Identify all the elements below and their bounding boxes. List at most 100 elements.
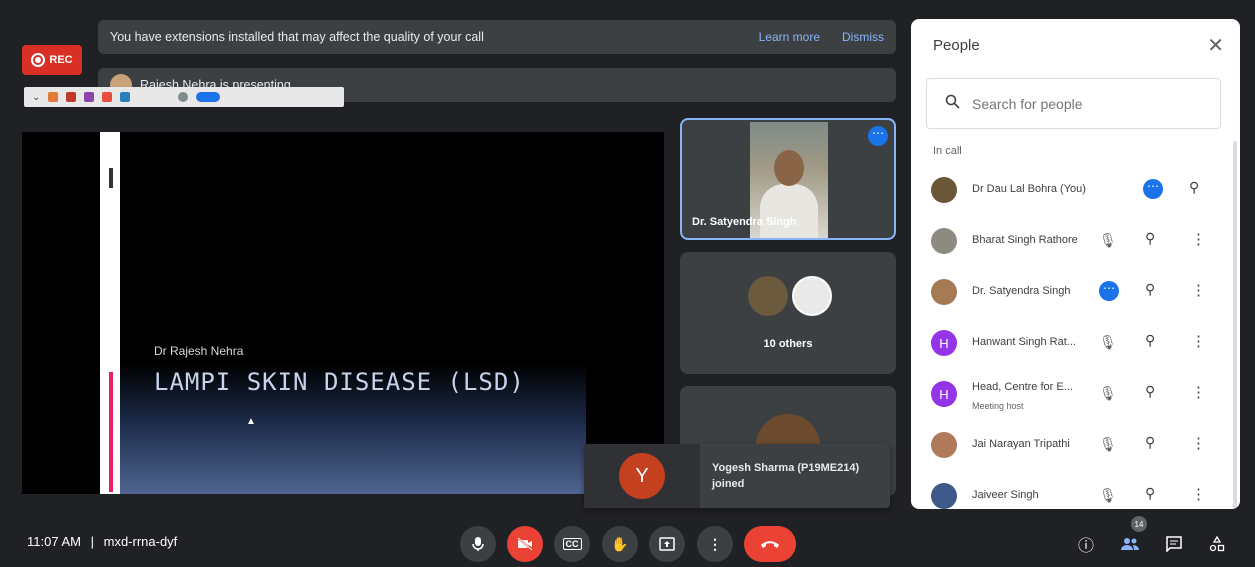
- save-icon[interactable]: [120, 92, 131, 102]
- pen-icon[interactable]: [102, 92, 113, 102]
- microphone-icon: [472, 537, 484, 551]
- more-vert-icon: ⋮: [708, 535, 722, 552]
- delete-icon[interactable]: [66, 92, 77, 102]
- avatar: Y: [619, 453, 665, 499]
- mic-button[interactable]: [460, 526, 496, 562]
- more-vert-icon[interactable]: ⋮: [1191, 281, 1206, 299]
- participant-name: Dr. Satyendra Singh: [972, 285, 1071, 297]
- pin-icon[interactable]: ⚲: [1145, 332, 1155, 349]
- more-options-icon[interactable]: ⋯: [868, 126, 888, 146]
- more-vert-icon[interactable]: ⋮: [1191, 383, 1206, 401]
- list-item[interactable]: Jaiveer Singh 🎙 ⚲ ⋮: [911, 471, 1240, 509]
- present-screen-icon: [659, 537, 675, 551]
- slide-author: Dr Rajesh Nehra: [154, 344, 244, 358]
- mic-off-icon[interactable]: 🎙: [1099, 385, 1117, 402]
- participant-name: Jaiveer Singh: [972, 489, 1039, 501]
- pin-icon[interactable]: ⚲: [1189, 179, 1199, 196]
- extension-toolbar: ⌄: [24, 87, 344, 107]
- control-bar: 11:07 AM | mxd-rrna-dyf CC ✋ ⋮ ⓘ: [0, 516, 1255, 567]
- panel-title: People: [933, 37, 980, 54]
- people-icon[interactable]: [1116, 530, 1144, 558]
- more-vert-icon[interactable]: ⋮: [1191, 485, 1206, 503]
- mouse-cursor-icon: ▲: [246, 416, 256, 427]
- joined-text: joined: [712, 478, 745, 490]
- mic-off-icon[interactable]: 🎙: [1099, 232, 1117, 249]
- activities-icon[interactable]: [1203, 530, 1231, 558]
- avatar: [931, 483, 957, 509]
- edit-icon[interactable]: [48, 92, 59, 102]
- participant-name: Hanwant Singh Rat...: [972, 336, 1076, 348]
- participant-role: Meeting host: [972, 401, 1024, 411]
- others-count: 10 others: [763, 338, 813, 350]
- meeting-details-icon[interactable]: ⓘ: [1072, 530, 1100, 558]
- settings-icon[interactable]: [178, 92, 189, 102]
- extension-warning-banner: You have extensions installed that may a…: [98, 20, 896, 54]
- chevron-down-icon[interactable]: ⌄: [32, 92, 40, 103]
- pin-icon[interactable]: ⚲: [1145, 230, 1155, 247]
- others-tile[interactable]: 10 others: [680, 252, 896, 374]
- joined-user-name: Yogesh Sharma (P19ME214): [712, 462, 860, 474]
- slide-title: LAMPI SKIN DISEASE (LSD): [154, 368, 525, 396]
- scrollbar[interactable]: [1233, 141, 1237, 509]
- search-input[interactable]: [972, 95, 1192, 112]
- pin-icon[interactable]: ⚲: [1145, 485, 1155, 502]
- pin-icon[interactable]: ⚲: [1145, 383, 1155, 400]
- search-box[interactable]: [926, 78, 1221, 129]
- extension-toggle[interactable]: [196, 92, 221, 102]
- chat-icon[interactable]: [1160, 530, 1188, 558]
- list-item[interactable]: Bharat Singh Rathore 🎙 ⚲ ⋮: [911, 216, 1240, 267]
- clock-time: 11:07 AM: [27, 534, 81, 549]
- meet-window: You have extensions installed that may a…: [0, 0, 1255, 567]
- mic-off-icon[interactable]: 🎙: [1099, 436, 1117, 453]
- pin-icon[interactable]: ⚲: [1145, 281, 1155, 298]
- learn-more-link[interactable]: Learn more: [759, 30, 820, 44]
- camera-button[interactable]: [507, 526, 543, 562]
- dismiss-button[interactable]: Dismiss: [842, 30, 884, 44]
- recording-label: REC: [49, 54, 73, 66]
- avatar: H: [931, 381, 957, 407]
- avatar: [792, 276, 832, 316]
- participant-name: Bharat Singh Rathore: [972, 234, 1078, 246]
- speaking-indicator-icon: ⋯: [1099, 281, 1119, 301]
- people-panel: People ✕ In call Dr Dau Lal Bohra (You) …: [911, 19, 1240, 509]
- recording-badge: REC: [22, 45, 82, 75]
- close-icon[interactable]: ✕: [1207, 33, 1224, 58]
- list-item[interactable]: H Head, Centre for E... Meeting host 🎙 ⚲…: [911, 369, 1240, 420]
- present-button[interactable]: [649, 526, 685, 562]
- search-icon: [945, 94, 960, 114]
- mic-off-icon[interactable]: 🎙: [1099, 334, 1117, 351]
- section-label: In call: [933, 145, 962, 157]
- leave-call-button[interactable]: [744, 526, 796, 562]
- slide-side-strip: [100, 132, 120, 494]
- avatar: [931, 432, 957, 458]
- meeting-info: 11:07 AM | mxd-rrna-dyf: [27, 534, 177, 549]
- list-item[interactable]: Jai Narayan Tripathi 🎙 ⚲ ⋮: [911, 420, 1240, 471]
- camera-off-icon: [517, 537, 533, 551]
- list-item[interactable]: Dr Dau Lal Bohra (You) ⋯ ⚲: [911, 165, 1240, 216]
- speaker-name: Dr. Satyendra Singh: [692, 216, 797, 228]
- list-item[interactable]: Dr. Satyendra Singh ⋯ ⚲ ⋮: [911, 267, 1240, 318]
- participant-count-badge: 14: [1131, 516, 1147, 532]
- more-options-button[interactable]: ⋮: [697, 526, 733, 562]
- document-icon[interactable]: [84, 92, 95, 102]
- more-vert-icon[interactable]: ⋮: [1191, 434, 1206, 452]
- raise-hand-button[interactable]: ✋: [602, 526, 638, 562]
- speaking-indicator-icon: ⋯: [1143, 179, 1163, 199]
- hand-icon: ✋: [611, 535, 629, 552]
- end-call-icon: [761, 541, 779, 548]
- mic-off-icon[interactable]: 🎙: [1099, 487, 1117, 504]
- avatar: [931, 279, 957, 305]
- active-speaker-tile[interactable]: ⋯ Dr. Satyendra Singh: [680, 118, 896, 240]
- more-vert-icon[interactable]: ⋮: [1191, 332, 1206, 350]
- avatar: [748, 276, 788, 316]
- more-vert-icon[interactable]: ⋮: [1191, 230, 1206, 248]
- separator: |: [90, 534, 94, 549]
- pin-icon[interactable]: ⚲: [1145, 434, 1155, 451]
- avatar: H: [931, 330, 957, 356]
- captions-button[interactable]: CC: [554, 526, 590, 562]
- join-notification: Y Yogesh Sharma (P19ME214) joined: [584, 444, 890, 508]
- presentation-stage: Dr Rajesh Nehra LAMPI SKIN DISEASE (LSD)…: [22, 132, 664, 494]
- list-item[interactable]: H Hanwant Singh Rat... 🎙 ⚲ ⋮: [911, 318, 1240, 369]
- record-icon: [31, 53, 46, 67]
- participant-name: Dr Dau Lal Bohra (You): [972, 183, 1086, 195]
